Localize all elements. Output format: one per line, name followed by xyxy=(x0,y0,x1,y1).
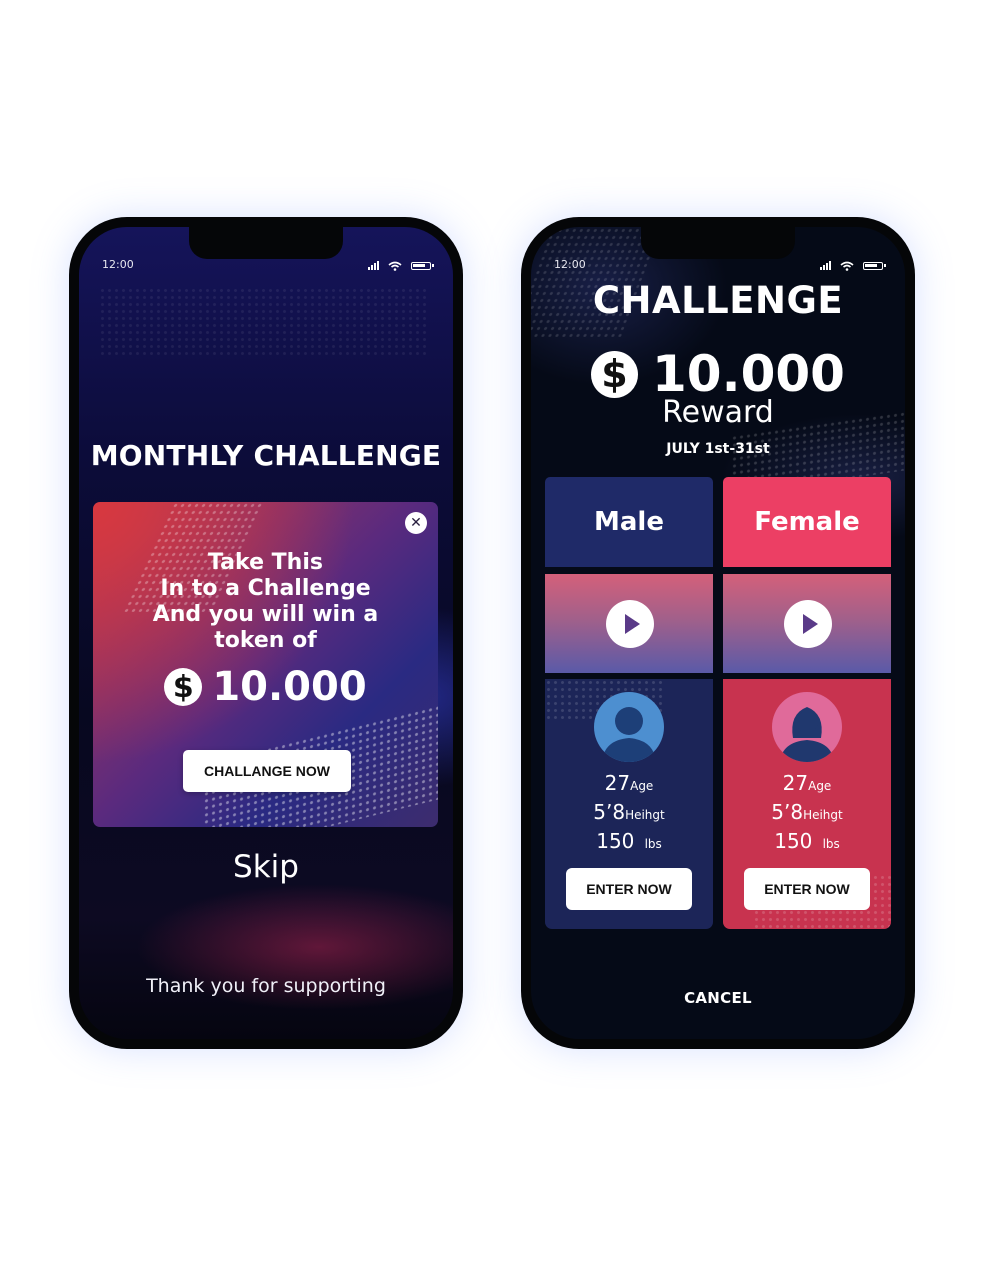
page-title: MONTHLY CHALLENGE xyxy=(90,439,442,472)
male-tab[interactable]: Male xyxy=(545,477,713,567)
dollar-coin-icon: $ xyxy=(164,668,203,706)
signal-icon xyxy=(820,261,831,270)
reward-label: Reward xyxy=(662,395,774,430)
weight-stat: 150 lbs xyxy=(545,829,713,853)
challenge-card: ✕ Take This In to a Challenge And you wi… xyxy=(93,502,438,827)
weight-value: 150 xyxy=(596,829,635,853)
dollar-coin-icon: $ xyxy=(591,350,639,398)
reward-dates: JULY 1st-31st xyxy=(666,441,770,457)
thanks-text: Thank you for supporting xyxy=(146,975,386,997)
age-value: 27 xyxy=(782,771,809,795)
phone-right: 12:00 CHALLENGE $ 10.000 Reward JULY 1st… xyxy=(521,217,915,1049)
female-tab[interactable]: Female xyxy=(723,477,891,567)
phone-notch xyxy=(641,227,795,259)
height-unit: Heihgt xyxy=(803,808,843,822)
age-value: 27 xyxy=(604,771,631,795)
age-stat: 27Age xyxy=(723,771,891,795)
phone-left: 12:00 MONTHLY CHALLENGE ✕ Take This In t… xyxy=(69,217,463,1049)
status-time: 12:00 xyxy=(102,258,134,271)
weight-unit: lbs xyxy=(644,837,662,851)
female-enter-now-button[interactable]: ENTER NOW xyxy=(744,868,870,910)
skip-link[interactable]: Skip xyxy=(79,849,453,885)
card-line: token of xyxy=(214,628,317,653)
female-video-thumbnail[interactable] xyxy=(723,574,891,673)
status-time: 12:00 xyxy=(554,258,586,271)
cancel-button[interactable]: CANCEL xyxy=(531,989,905,1007)
card-line: Take This xyxy=(208,550,323,575)
wifi-icon xyxy=(388,256,402,275)
card-amount: 10.000 xyxy=(212,664,367,710)
male-profile-card: 27Age 5’8Heihgt 150 lbs ENTER NOW xyxy=(545,679,713,929)
age-stat: 27Age xyxy=(545,771,713,795)
male-avatar-icon xyxy=(594,692,664,762)
card-line: And you will win a xyxy=(152,602,379,627)
weight-value: 150 xyxy=(774,829,813,853)
challange-now-button[interactable]: CHALLANGE NOW xyxy=(183,750,351,792)
card-amount-row: $ 10.000 xyxy=(93,664,438,710)
height-unit: Heihgt xyxy=(625,808,665,822)
battery-icon xyxy=(411,261,434,270)
height-value: 5’8 xyxy=(593,800,626,824)
status-icons xyxy=(820,256,886,275)
age-unit: Age xyxy=(808,779,832,793)
weight-stat: 150 lbs xyxy=(723,829,891,853)
height-value: 5’8 xyxy=(771,800,804,824)
monthly-challenge-screen: 12:00 MONTHLY CHALLENGE ✕ Take This In t… xyxy=(79,227,453,1039)
height-stat: 5’8Heihgt xyxy=(723,800,891,824)
age-unit: Age xyxy=(630,779,654,793)
wifi-icon xyxy=(840,256,854,275)
page-title: CHALLENGE xyxy=(592,279,844,322)
phone-notch xyxy=(189,227,343,259)
challenge-screen: 12:00 CHALLENGE $ 10.000 Reward JULY 1st… xyxy=(531,227,905,1039)
height-stat: 5’8Heihgt xyxy=(545,800,713,824)
female-profile-card: 27Age 5’8Heihgt 150 lbs ENTER NOW xyxy=(723,679,891,929)
battery-icon xyxy=(863,261,886,270)
male-video-thumbnail[interactable] xyxy=(545,574,713,673)
play-icon[interactable] xyxy=(784,600,832,648)
weight-unit: lbs xyxy=(822,837,840,851)
play-icon[interactable] xyxy=(606,600,654,648)
card-message: Take This In to a Challenge And you will… xyxy=(93,550,438,654)
male-enter-now-button[interactable]: ENTER NOW xyxy=(566,868,692,910)
status-icons xyxy=(368,256,434,275)
female-avatar-icon xyxy=(772,692,842,762)
close-icon[interactable]: ✕ xyxy=(405,512,427,534)
card-line: In to a Challenge xyxy=(160,576,371,601)
signal-icon xyxy=(368,261,379,270)
decor-dots xyxy=(99,287,429,357)
